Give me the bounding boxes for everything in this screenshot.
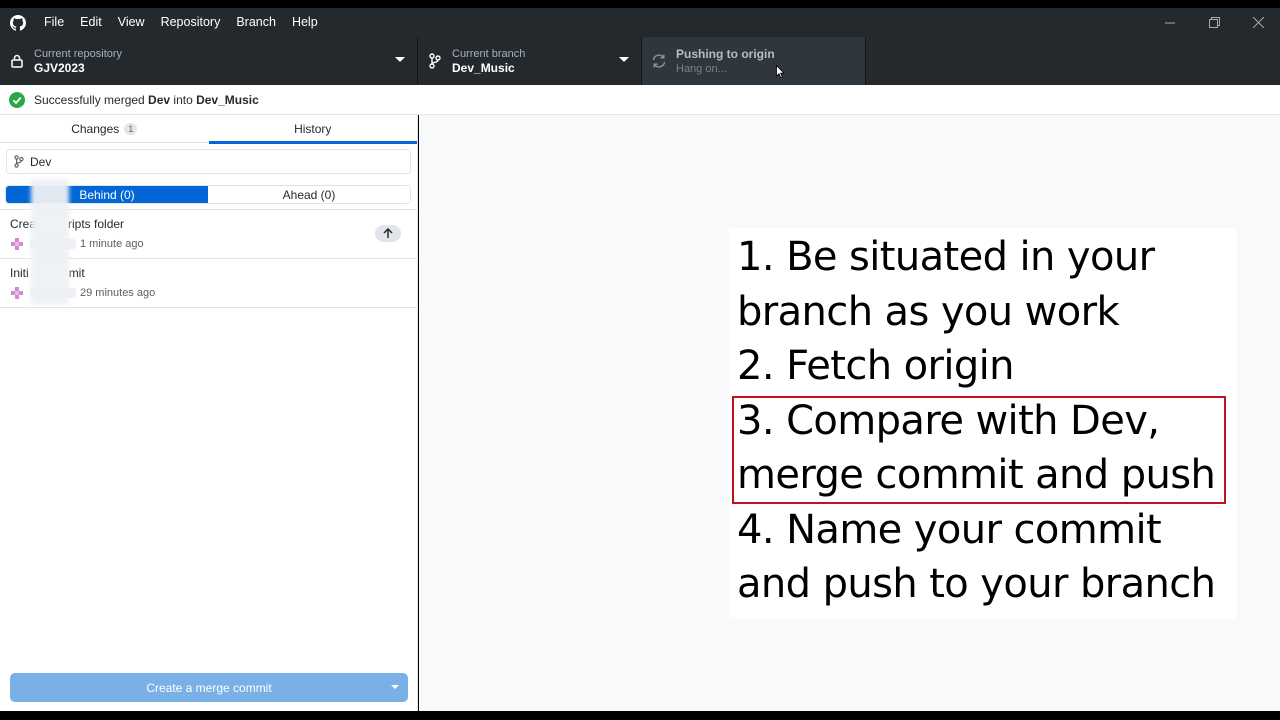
close-button[interactable] <box>1236 8 1280 37</box>
chevron-down-icon[interactable] <box>391 685 399 690</box>
commit-title-end: mit <box>68 266 85 280</box>
avatar <box>10 286 24 300</box>
menu-edit[interactable]: Edit <box>72 8 110 37</box>
commit-time: 1 minute ago <box>80 238 144 250</box>
banner-target-branch: Dev_Music <box>196 92 259 107</box>
mouse-cursor-icon <box>776 65 785 79</box>
step-1-line-1: 1. Be situated in your <box>737 234 1155 280</box>
minimize-button[interactable] <box>1148 8 1192 37</box>
menu-repository[interactable]: Repository <box>153 8 229 37</box>
merge-success-banner: Successfully merged Dev into Dev_Music <box>0 85 1280 115</box>
push-status: Pushing to origin <box>676 46 775 61</box>
tab-changes-label: Changes <box>71 122 120 136</box>
top-letterbox <box>0 0 1280 8</box>
compare-branch-value: Dev <box>30 154 52 169</box>
commit-time: 29 minutes ago <box>80 287 156 299</box>
instruction-overlay: 1. Be situated in your branch as you wor… <box>729 228 1237 619</box>
menu-help[interactable]: Help <box>284 8 326 37</box>
create-merge-commit-button[interactable]: Create a merge commit <box>10 673 408 702</box>
step-1-line-2: branch as you work <box>737 288 1120 335</box>
menu-branch[interactable]: Branch <box>228 8 284 37</box>
lock-icon <box>0 54 34 68</box>
banner-middle: into <box>170 92 197 107</box>
window-controls <box>1148 8 1280 37</box>
push-substatus: Hang on... <box>676 62 727 75</box>
banner-message: Successfully merged Dev into Dev_Music <box>34 93 259 107</box>
compare-branch-input[interactable]: Dev <box>6 149 411 174</box>
commit-title-end: ripts folder <box>68 217 125 231</box>
push-origin-button[interactable]: Pushing to origin Hang on... <box>642 37 866 85</box>
chevron-down-icon <box>619 57 629 62</box>
toolbar: Current repository GJV2023 Current branc… <box>0 37 1280 85</box>
chevron-down-icon <box>395 57 405 62</box>
arrow-up-icon <box>383 228 393 238</box>
avatar <box>10 237 24 251</box>
repo-name: GJV2023 <box>34 60 85 75</box>
branch-label: Current branch <box>452 47 526 60</box>
main-panel: 1. Be situated in your branch as you wor… <box>419 115 1280 711</box>
unpushed-commit-indicator <box>375 225 401 242</box>
sidebar: Changes 1 History Dev Behind (0) Ahead (… <box>0 115 418 711</box>
bottom-letterbox <box>0 711 1280 720</box>
branch-icon <box>418 53 452 69</box>
tab-history-label: History <box>294 122 332 136</box>
step-4-line-1: 4. Name your commit <box>737 506 1162 553</box>
github-logo-icon <box>0 8 36 37</box>
step-3-highlight-box <box>732 396 1226 504</box>
banner-prefix: Successfully merged <box>34 92 149 107</box>
check-circle-icon <box>9 91 25 108</box>
branch-name: Dev_Music <box>452 60 515 75</box>
sync-icon <box>642 53 676 69</box>
step-2: 2. Fetch origin <box>737 343 1015 389</box>
repo-label: Current repository <box>34 47 123 60</box>
minimize-icon <box>1165 22 1175 23</box>
current-repository-dropdown[interactable]: Current repository GJV2023 <box>0 37 418 85</box>
restore-button[interactable] <box>1192 8 1236 37</box>
commit-title-start: Initi <box>10 266 29 280</box>
branch-icon <box>14 155 24 168</box>
ahead-segment[interactable]: Ahead (0) <box>208 186 410 203</box>
step-4-line-2: and push to your branch <box>737 561 1216 607</box>
restore-icon <box>1208 17 1220 28</box>
close-icon <box>1252 17 1264 28</box>
tab-history[interactable]: History <box>208 115 418 144</box>
banner-source-branch: Dev <box>148 92 171 107</box>
sidebar-tabs: Changes 1 History <box>0 115 418 144</box>
privacy-blur <box>31 179 69 304</box>
current-branch-dropdown[interactable]: Current branch Dev_Music <box>418 37 642 85</box>
changes-count-badge: 1 <box>124 123 138 135</box>
tab-changes[interactable]: Changes 1 <box>0 115 209 143</box>
merge-button-label: Create a merge commit <box>146 680 272 695</box>
menu-view[interactable]: View <box>110 8 153 37</box>
menu-file[interactable]: File <box>36 8 72 37</box>
menu-bar: File Edit View Repository Branch Help <box>0 8 1280 37</box>
